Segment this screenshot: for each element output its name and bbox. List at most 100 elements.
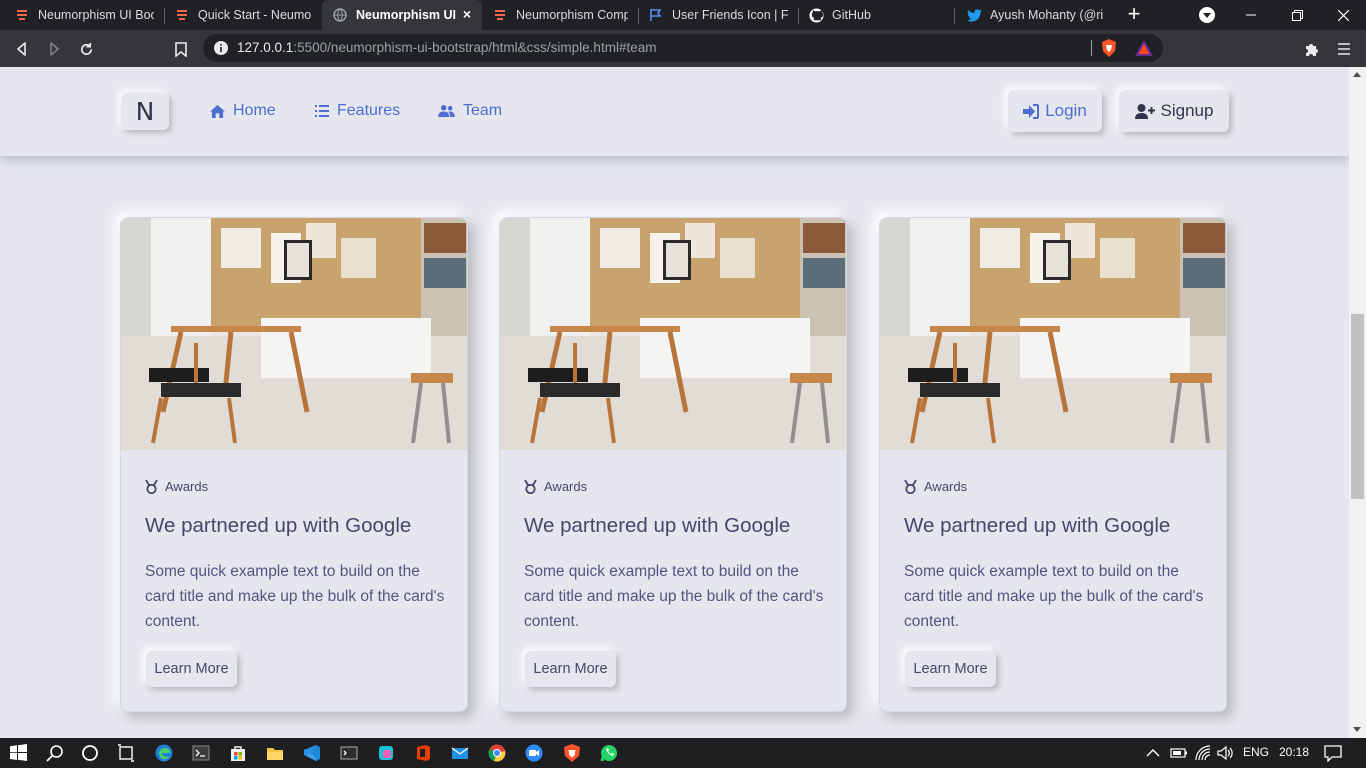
nav-team[interactable]: Team: [438, 101, 502, 121]
volume-icon[interactable]: [1217, 744, 1235, 762]
restore-button[interactable]: [1274, 0, 1320, 30]
battery-icon[interactable]: [1170, 744, 1188, 762]
extensions-icon[interactable]: [1302, 39, 1322, 59]
reload-icon[interactable]: [76, 39, 96, 59]
notifications-icon[interactable]: [1324, 744, 1342, 763]
learn-more-button[interactable]: Learn More: [905, 651, 996, 687]
terminal-icon[interactable]: [192, 744, 210, 762]
tab-twitter[interactable]: Ayush Mohanty (@rim: [956, 0, 1114, 30]
card-title: We partnered up with Google: [145, 514, 412, 537]
globe-icon: [332, 7, 348, 23]
home-icon: [210, 104, 225, 118]
card-badge-label: Awards: [544, 479, 588, 494]
user-plus-icon: [1134, 103, 1155, 119]
themesberg-icon: [174, 7, 190, 23]
team-card: Awards We partnered up with Google Some …: [120, 217, 468, 712]
nav-features-label: Features: [337, 102, 401, 119]
tab-label: Neumorphism UI Boots: [38, 8, 154, 22]
brave-taskbar-icon[interactable]: [563, 744, 581, 762]
card-title: We partnered up with Google: [524, 514, 791, 537]
edge-icon[interactable]: [155, 744, 173, 762]
tab-label: Neumorphism Compon: [516, 8, 628, 22]
login-label: Login: [1045, 101, 1087, 120]
terminal-app-icon[interactable]: [340, 744, 358, 762]
new-tab-button[interactable]: +: [1122, 3, 1146, 27]
bookmark-icon[interactable]: [171, 39, 191, 59]
card-text: Some quick example text to build on the …: [524, 563, 824, 630]
card-text: Some quick example text to build on the …: [904, 563, 1204, 630]
app-cube-icon[interactable]: [377, 744, 395, 762]
scroll-down-arrow-icon[interactable]: [1353, 727, 1361, 732]
tab-github[interactable]: GitHub: [798, 0, 954, 30]
themesberg-icon: [492, 7, 508, 23]
tab-user-friends-icon[interactable]: User Friends Icon | Fon: [638, 0, 798, 30]
language-indicator[interactable]: ENG: [1243, 745, 1269, 759]
card-badge: Awards: [145, 479, 208, 494]
medal-icon: [524, 479, 537, 494]
url-path: :5500/neumorphism-ui-bootstrap/html&css/…: [293, 40, 657, 55]
tab-label: Quick Start - Neumorph: [198, 8, 312, 22]
minimize-button[interactable]: [1228, 0, 1274, 30]
learn-more-button[interactable]: Learn More: [525, 651, 616, 687]
medal-icon: [904, 479, 917, 494]
close-window-button[interactable]: [1320, 0, 1366, 30]
webpage: N Home Features Team Login Signup Awards…: [0, 67, 1349, 738]
team-card: Awards We partnered up with Google Some …: [499, 217, 847, 712]
card-badge: Awards: [904, 479, 967, 494]
scroll-up-arrow-icon[interactable]: [1353, 72, 1361, 77]
card-badge: Awards: [524, 479, 587, 494]
whatsapp-icon[interactable]: [600, 744, 618, 762]
card-badge-label: Awards: [165, 479, 209, 494]
learn-more-button[interactable]: Learn More: [146, 651, 237, 687]
browser-menu-icon[interactable]: [1334, 39, 1354, 59]
signup-button[interactable]: Signup: [1119, 90, 1229, 132]
card-text: Some quick example text to build on the …: [145, 563, 445, 630]
brave-rewards-icon[interactable]: [1135, 40, 1153, 61]
browser-window: Neumorphism UI Boots Quick Start - Neumo…: [0, 0, 1366, 768]
url-host: 127.0.0.1: [237, 40, 294, 55]
site-info-icon[interactable]: [213, 40, 229, 61]
tab-neumorphism-ui-active[interactable]: Neumorphism UI ×: [322, 0, 482, 30]
task-view-icon[interactable]: [117, 744, 135, 762]
windows-start-icon[interactable]: [10, 744, 28, 762]
scrollbar-thumb[interactable]: [1351, 314, 1364, 499]
tab-label: Ayush Mohanty (@rim: [990, 8, 1104, 22]
back-icon[interactable]: [12, 39, 32, 59]
chrome-icon[interactable]: [488, 744, 506, 762]
tab-search-dropdown-icon[interactable]: [1199, 7, 1215, 23]
show-hidden-icons-icon[interactable]: [1146, 744, 1164, 762]
tab-quick-start[interactable]: Quick Start - Neumorph: [164, 0, 322, 30]
nav-team-label: Team: [463, 102, 503, 119]
close-tab-icon[interactable]: ×: [460, 7, 474, 21]
zoom-icon[interactable]: [525, 744, 543, 762]
user-friends-icon: [438, 105, 455, 117]
clock[interactable]: 20:18: [1279, 745, 1309, 759]
tab-neumorphism-bootstrap[interactable]: Neumorphism UI Boots: [4, 0, 164, 30]
wifi-icon[interactable]: [1194, 744, 1212, 762]
mail-icon[interactable]: [451, 744, 469, 762]
cortana-icon[interactable]: [81, 744, 99, 762]
brand-logo[interactable]: N: [121, 93, 169, 130]
nav-features[interactable]: Features: [315, 101, 400, 121]
nav-home[interactable]: Home: [210, 101, 276, 121]
search-icon[interactable]: [46, 744, 64, 762]
login-button[interactable]: Login: [1008, 90, 1102, 132]
tab-label: User Friends Icon | Fon: [672, 8, 788, 22]
signup-label: Signup: [1160, 101, 1214, 120]
vscode-icon[interactable]: [303, 744, 321, 762]
list-icon: [315, 105, 329, 117]
card-title: We partnered up with Google: [904, 514, 1171, 537]
tab-label: GitHub: [832, 8, 871, 22]
forward-icon[interactable]: [44, 39, 64, 59]
url-text: 127.0.0.1:5500/neumorphism-ui-bootstrap/…: [237, 40, 656, 55]
office-photo: [500, 218, 846, 450]
office-photo: [880, 218, 1226, 450]
fontawesome-flag-icon: [648, 7, 664, 23]
address-bar[interactable]: 127.0.0.1:5500/neumorphism-ui-bootstrap/…: [203, 34, 1163, 62]
store-icon[interactable]: [229, 744, 247, 762]
brave-shields-icon[interactable]: [1101, 39, 1117, 62]
tab-neumorphism-components[interactable]: Neumorphism Compon: [482, 0, 638, 30]
file-explorer-icon[interactable]: [266, 744, 284, 762]
medal-icon: [145, 479, 158, 494]
office-icon[interactable]: [414, 744, 432, 762]
